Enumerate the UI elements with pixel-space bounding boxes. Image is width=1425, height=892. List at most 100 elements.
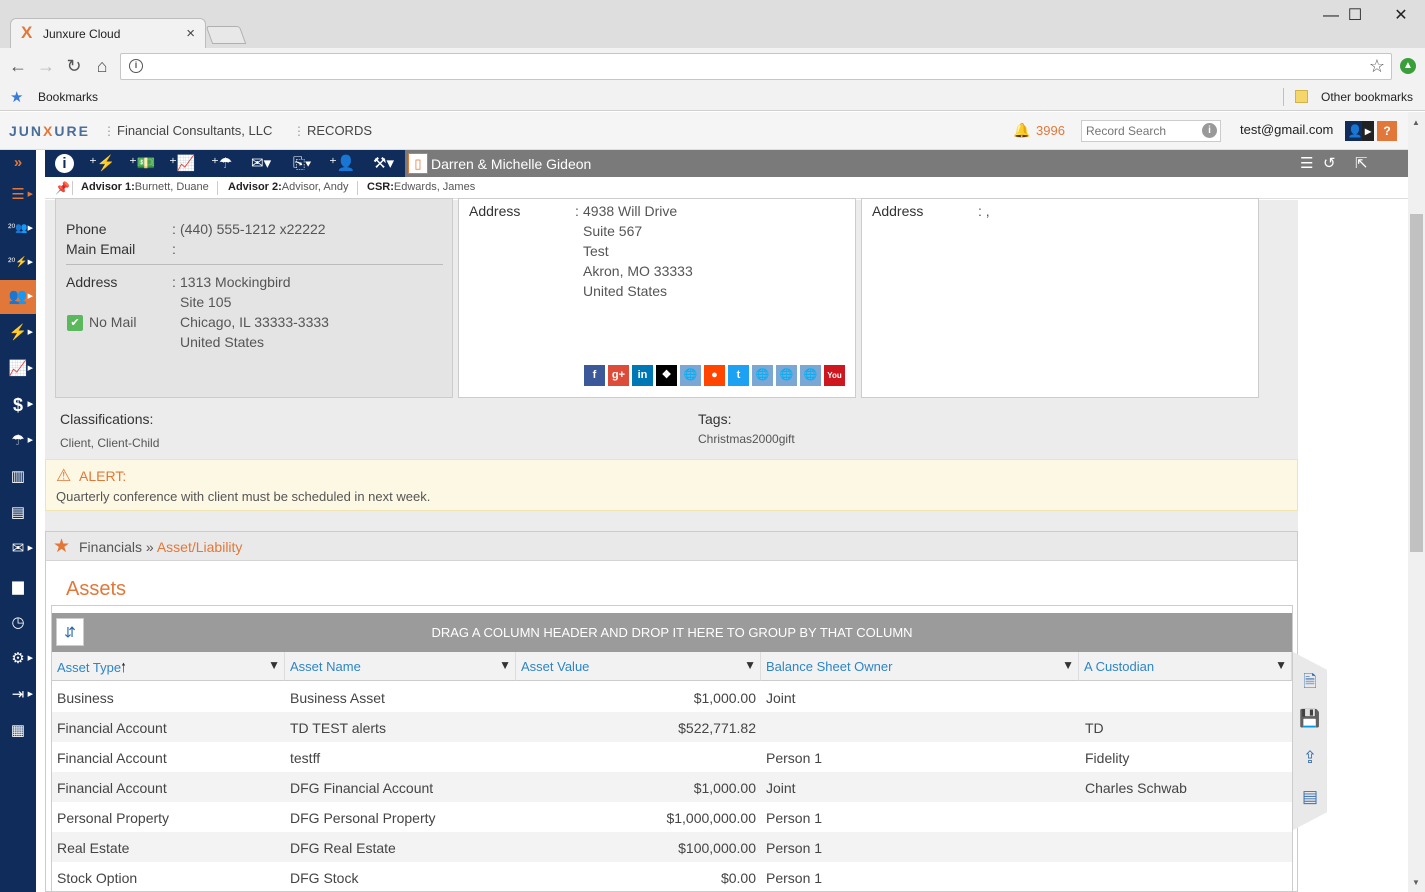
help-icon[interactable]: ? xyxy=(1377,121,1397,141)
scrollbar-thumb[interactable] xyxy=(1410,214,1423,552)
filter-icon[interactable]: ▼ xyxy=(1062,658,1074,672)
actions-20-icon[interactable]: ²⁰⚡ ▶ xyxy=(0,246,36,280)
lightning-icon[interactable]: ⚡ ▶ xyxy=(0,316,36,350)
reddit-icon[interactable]: ● xyxy=(704,365,725,386)
scroll-down-icon[interactable]: ▼ xyxy=(1412,878,1420,887)
other-bookmarks[interactable]: Other bookmarks xyxy=(1321,90,1413,104)
column-header-balance-sheet-owner[interactable]: Balance Sheet Owner ▼ xyxy=(761,652,1079,681)
trend-chart-icon[interactable]: 📈 ▶ xyxy=(0,352,36,386)
bell-icon[interactable]: 🔔 xyxy=(1013,122,1030,139)
menu-icon[interactable]: ☰ ▶ xyxy=(0,178,36,212)
reload-icon[interactable]: ↻ xyxy=(63,55,85,77)
export-icon[interactable]: ⇱ xyxy=(1355,154,1368,172)
clock-icon[interactable]: ◷ xyxy=(0,606,36,640)
close-window-button[interactable]: ✕ xyxy=(1378,4,1424,28)
filter-icon[interactable]: ▼ xyxy=(1275,658,1287,672)
table-row[interactable]: Stock Option DFG Stock $0.00 Person 1 xyxy=(52,862,1292,892)
bar-chart-icon[interactable]: ▥ xyxy=(0,460,36,494)
filter-icon[interactable]: ▼ xyxy=(744,658,756,672)
notification-count[interactable]: 3996 xyxy=(1036,123,1065,138)
web-globe-icon[interactable]: 🌐 xyxy=(776,365,797,386)
column-header-asset-type[interactable]: Asset Type🠑 ▼ xyxy=(52,652,285,681)
browser-tab[interactable]: X Junxure Cloud × xyxy=(10,18,206,48)
column-header-asset-value[interactable]: Asset Value ▼ xyxy=(516,652,761,681)
group-by-bar[interactable]: ⇵ DRAG A COLUMN HEADER AND DROP IT HERE … xyxy=(52,613,1292,652)
forward-arrow-icon[interactable]: → xyxy=(35,55,57,77)
add-person-icon[interactable]: ⁺👤 xyxy=(329,154,356,173)
tab-close-icon[interactable]: × xyxy=(186,25,195,42)
table-row[interactable]: Business Business Asset $1,000.00 Joint xyxy=(52,682,1292,712)
document-icon[interactable]: ▤ xyxy=(0,496,36,530)
pin-icon[interactable]: 📌 xyxy=(55,181,70,195)
user-menu-arrow-icon[interactable]: ▸ xyxy=(1362,121,1374,141)
filter-icon[interactable]: ▼ xyxy=(268,658,280,672)
maximize-button[interactable]: ☐ xyxy=(1332,4,1378,28)
mail-action-icon[interactable]: ✉▾ xyxy=(251,154,271,173)
company-name[interactable]: Financial Consultants, LLC xyxy=(117,123,272,138)
contacts-icon[interactable]: 👥 ▶ xyxy=(0,280,36,314)
table-row[interactable]: Financial Account TD TEST alerts $522,771.… xyxy=(52,712,1292,742)
add-money-icon[interactable]: ⁺💵 xyxy=(129,154,156,173)
table-row[interactable]: Financial Account testff Person 1 Fidelity xyxy=(52,742,1292,772)
junxure-logo[interactable]: JUNXURE xyxy=(9,123,90,139)
info-icon[interactable]: i xyxy=(55,154,74,173)
breadcrumb-asset-liability[interactable]: Asset/Liability xyxy=(157,539,243,555)
folder-icon[interactable]: ▆ xyxy=(0,570,36,604)
folder-icon xyxy=(1295,90,1308,103)
no-mail-checkbox[interactable]: ✔ xyxy=(67,315,83,331)
web-globe-icon[interactable]: 🌐 xyxy=(680,365,701,386)
records-20-icon[interactable]: ²⁰👥 ▶ xyxy=(0,212,36,246)
table-row[interactable]: Financial Account DFG Financial Account $1… xyxy=(52,772,1292,802)
bookmarks-label[interactable]: Bookmarks xyxy=(38,90,98,104)
bookmark-icon[interactable]: ▯ xyxy=(408,153,428,174)
undo-icon[interactable]: ↺ xyxy=(1323,154,1336,172)
column-header-asset-name[interactable]: Asset Name ▼ xyxy=(285,652,516,681)
new-tab-button[interactable] xyxy=(205,26,247,44)
module-name[interactable]: RECORDS xyxy=(307,123,372,138)
google-plus-icon[interactable]: g+ xyxy=(608,365,629,386)
copy-icon[interactable]: ⎘▾ xyxy=(293,154,311,173)
excel-export-icon[interactable]: 🗎 xyxy=(1299,670,1321,694)
address-bar[interactable]: i ☆ xyxy=(120,53,1392,80)
youtube-icon[interactable]: You xyxy=(824,365,845,386)
phone-value[interactable]: (440) 555-1212 x22222 xyxy=(180,221,326,237)
address-colon: : xyxy=(172,274,176,290)
extension-icon[interactable]: ▲ xyxy=(1400,58,1416,74)
report-icon[interactable]: ▤ xyxy=(1299,785,1321,809)
expand-nav-icon[interactable]: » xyxy=(0,150,36,176)
mail-icon[interactable]: ✉ ▶ xyxy=(0,532,36,566)
linkedin-icon[interactable]: in xyxy=(632,365,653,386)
facebook-icon[interactable]: f xyxy=(584,365,605,386)
user-email[interactable]: test@gmail.com xyxy=(1240,122,1333,137)
add-chart-icon[interactable]: ⁺📈 xyxy=(169,154,196,173)
table-row[interactable]: Personal Property DFG Personal Property $1… xyxy=(52,802,1292,832)
settings-gear-icon[interactable]: ⚙ ▶ xyxy=(0,642,36,676)
table-row[interactable]: Real Estate DFG Real Estate $100,000.00 Per… xyxy=(52,832,1292,862)
scroll-up-icon[interactable]: ▲ xyxy=(1412,118,1420,127)
umbrella-icon[interactable]: ☂ ▶ xyxy=(0,424,36,458)
twitter-icon[interactable]: t xyxy=(728,365,749,386)
upload-icon[interactable]: ⇪ xyxy=(1299,746,1321,770)
list-view-icon[interactable]: ☰ xyxy=(1300,154,1313,172)
calendar-icon[interactable]: ▦ xyxy=(0,714,36,748)
tools-icon[interactable]: ⚒▾ xyxy=(373,154,394,173)
dollar-icon[interactable]: $ ▶ xyxy=(0,388,36,422)
column-header-custodian[interactable]: A Custodian ▼ xyxy=(1079,652,1292,681)
search-info-icon[interactable]: i xyxy=(1202,123,1217,138)
login-icon[interactable]: ⇥ ▶ xyxy=(0,678,36,712)
bookmark-star-icon[interactable]: ☆ xyxy=(1369,56,1385,77)
back-arrow-icon[interactable]: ← xyxy=(7,55,29,77)
filter-icon[interactable]: ▼ xyxy=(499,658,511,672)
add-action-icon[interactable]: ⁺⚡ xyxy=(89,154,116,173)
record-search-input[interactable] xyxy=(1081,120,1221,142)
site-info-icon[interactable]: i xyxy=(129,59,143,73)
favorite-star-icon[interactable]: ★ xyxy=(53,535,70,558)
home-icon[interactable]: ⌂ xyxy=(91,55,113,77)
web-globe-icon[interactable]: 🌐 xyxy=(752,365,773,386)
save-icon[interactable]: 💾 xyxy=(1299,707,1321,731)
page-scrollbar[interactable]: ▲ ▼ xyxy=(1408,112,1425,892)
breadcrumb-financials[interactable]: Financials xyxy=(79,539,142,555)
web-globe-icon[interactable]: 🌐 xyxy=(800,365,821,386)
myspace-icon[interactable]: ❖ xyxy=(656,365,677,386)
add-umbrella-icon[interactable]: ⁺☂ xyxy=(211,154,232,173)
